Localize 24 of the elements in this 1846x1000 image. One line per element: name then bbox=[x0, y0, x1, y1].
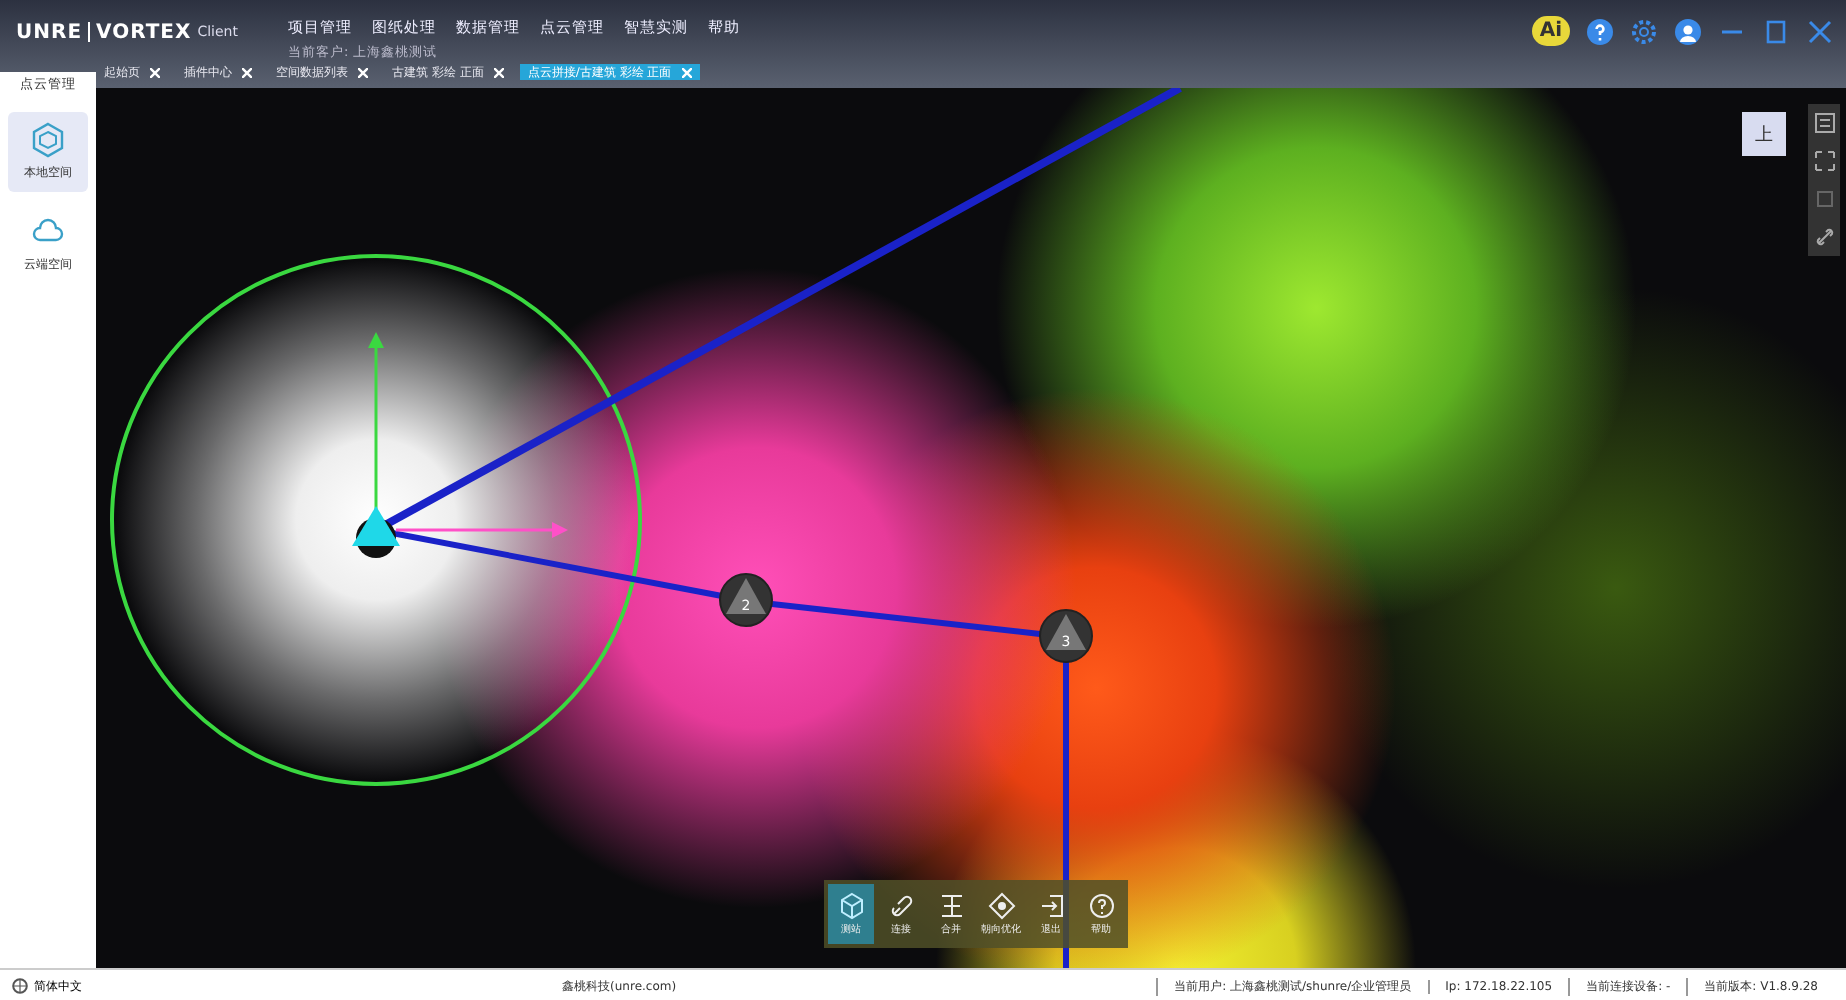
maximize-icon[interactable] bbox=[1762, 17, 1790, 45]
target-icon bbox=[987, 892, 1015, 920]
hexagon-icon bbox=[30, 122, 66, 158]
view-button[interactable]: 上 bbox=[1742, 112, 1786, 156]
link-icon[interactable] bbox=[1813, 226, 1835, 248]
user-icon[interactable] bbox=[1674, 17, 1702, 45]
app-logo: UNRE bbox=[16, 21, 83, 43]
help-icon[interactable] bbox=[1586, 17, 1614, 45]
cube-icon bbox=[837, 892, 865, 920]
settings-icon[interactable] bbox=[1630, 17, 1658, 45]
globe-icon bbox=[12, 978, 28, 994]
ai-button[interactable]: Ai bbox=[1531, 16, 1570, 46]
exit-icon bbox=[1037, 892, 1065, 920]
merge-icon bbox=[937, 892, 965, 920]
app-logo: VORTEX bbox=[96, 21, 192, 43]
rotation-ring[interactable] bbox=[110, 254, 642, 786]
help-icon bbox=[1087, 892, 1115, 920]
list-icon[interactable] bbox=[1813, 112, 1835, 134]
station-marker[interactable] bbox=[352, 506, 400, 558]
expand-icon[interactable] bbox=[1813, 150, 1835, 172]
axis-arrow[interactable] bbox=[396, 522, 568, 538]
close-icon[interactable] bbox=[1806, 17, 1834, 45]
link-icon bbox=[887, 892, 915, 920]
axis-arrow[interactable] bbox=[368, 332, 384, 512]
